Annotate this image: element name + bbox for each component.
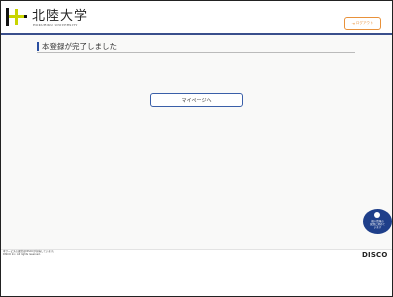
logout-icon: ⇥ <box>351 20 355 26</box>
footer-copyright: DISCO Inc. All rights reserved. <box>3 253 41 256</box>
footer-divider <box>1 249 392 250</box>
footer-note: 本サービスの運営はDISCOが担当しています。 DISCO Inc. All r… <box>3 250 56 256</box>
university-name: 北陸大学 <box>32 9 89 24</box>
page-title: 本登録が完了しました <box>37 42 117 51</box>
university-name-en: HOKURIKU UNIVERSITY <box>33 23 78 27</box>
disco-logo: DISCO <box>362 251 388 259</box>
main-content <box>1 35 392 249</box>
title-divider <box>37 52 355 53</box>
privacy-badge[interactable]: 個人情報の 保護に努めて います <box>363 209 392 234</box>
mypage-button[interactable]: マイページへ <box>150 93 243 107</box>
privacy-badge-line3: います <box>373 226 382 229</box>
university-logo-icon <box>6 8 27 26</box>
browser-page: 北陸大学 HOKURIKU UNIVERSITY ⇥ ログアウト 本登録が完了し… <box>0 0 393 297</box>
logout-button[interactable]: ⇥ ログアウト <box>344 17 381 30</box>
privacy-mark-icon <box>374 212 380 218</box>
privacy-badge-text: 個人情報の 保護に努めて います <box>365 220 390 229</box>
site-header: 北陸大学 HOKURIKU UNIVERSITY ⇥ ログアウト <box>1 1 392 33</box>
logout-label: ログアウト <box>355 21 374 25</box>
